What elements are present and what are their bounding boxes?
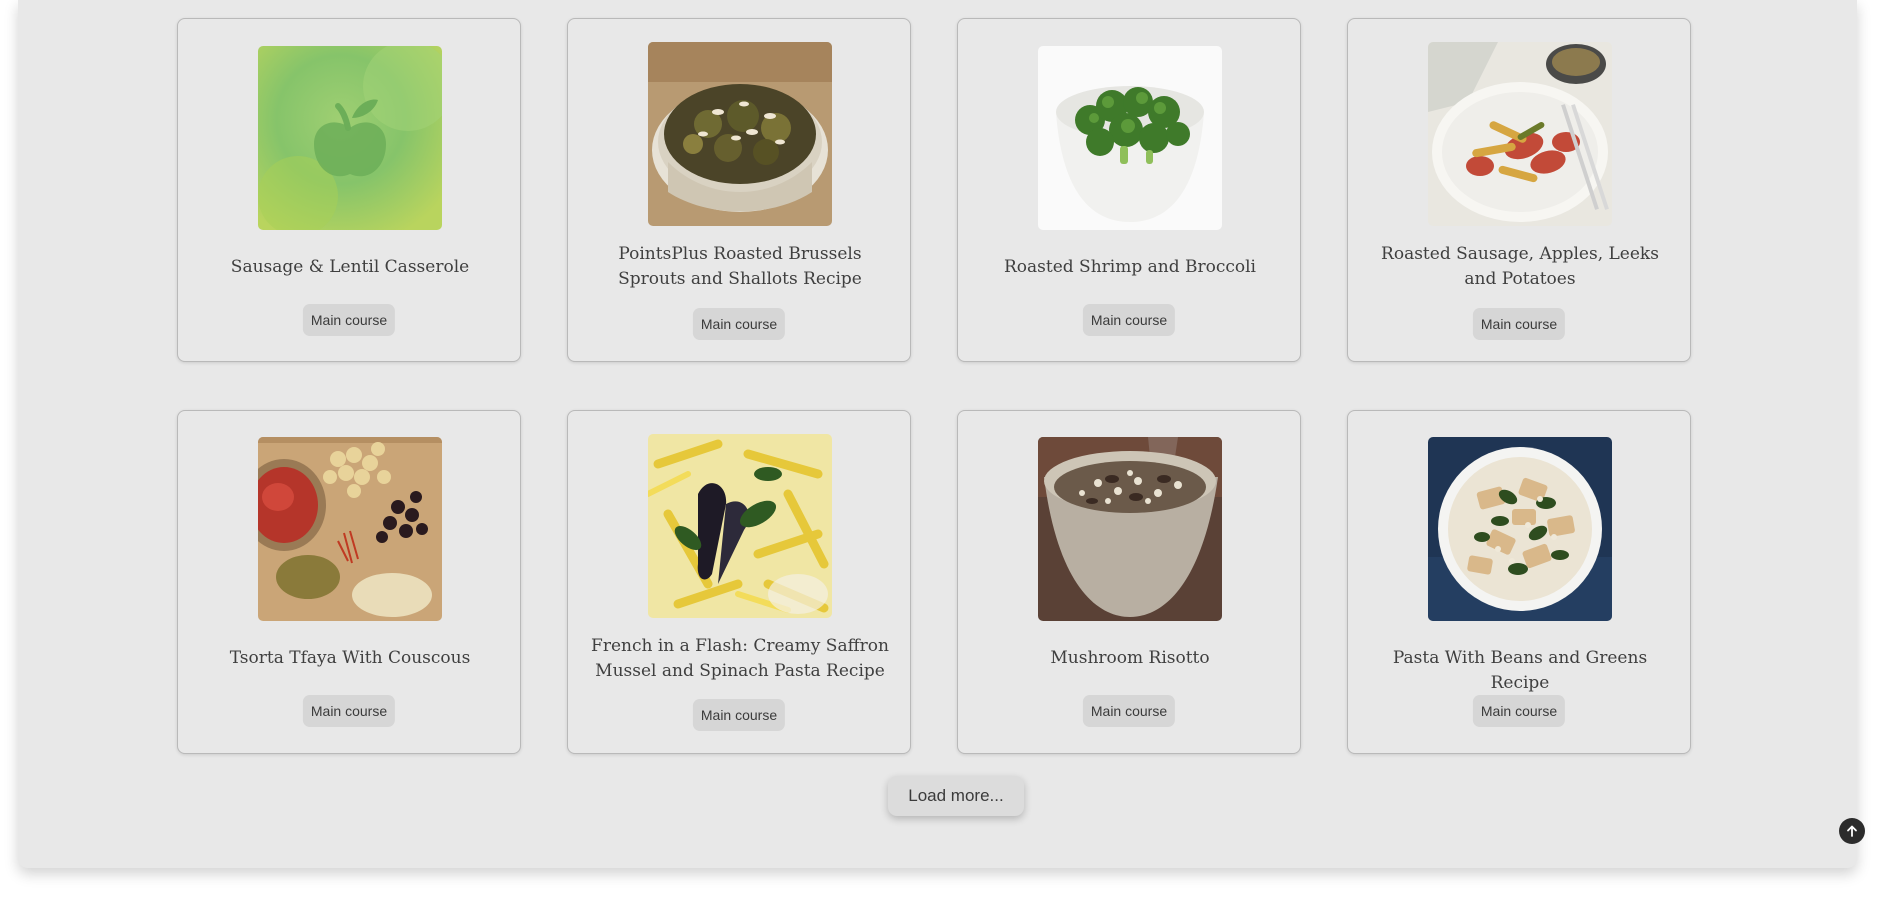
recipe-card[interactable]: Sausage & Lentil Casserole Main course [177, 18, 521, 362]
recipe-image[interactable] [648, 42, 832, 226]
recipe-card[interactable]: Roasted Sausage, Apples, Leeks and Potat… [1347, 18, 1691, 362]
recipe-image[interactable] [1038, 437, 1222, 621]
category-badge: Main course [302, 695, 396, 727]
recipe-image[interactable] [1038, 46, 1222, 230]
recipe-image[interactable] [258, 437, 442, 621]
recipe-title[interactable]: French in a Flash: Creamy Saffron Mussel… [588, 634, 892, 684]
category-badge: Main course [1082, 304, 1176, 336]
pasta-greens-photo [1428, 437, 1612, 621]
recipe-title[interactable]: Sausage & Lentil Casserole [198, 255, 502, 280]
category-badge: Main course [302, 304, 396, 336]
recipe-image[interactable] [1428, 42, 1612, 226]
mussel-pasta-photo [648, 434, 832, 618]
recipe-list-panel: Sausage & Lentil Casserole Main course P… [18, 0, 1865, 868]
recipe-title[interactable]: Roasted Sausage, Apples, Leeks and Potat… [1368, 242, 1672, 292]
recipe-card[interactable]: Mushroom Risotto Main course [957, 410, 1301, 754]
arrow-up-icon [1845, 824, 1859, 838]
recipe-title[interactable]: Mushroom Risotto [978, 646, 1282, 671]
recipe-grid: Sausage & Lentil Casserole Main course P… [18, 0, 1857, 868]
brussels-sprouts-photo [648, 42, 832, 226]
recipe-card[interactable]: Tsorta Tfaya With Couscous Main course [177, 410, 521, 754]
recipe-title[interactable]: PointsPlus Roasted Brussels Sprouts and … [588, 242, 892, 292]
recipe-card[interactable]: Roasted Shrimp and Broccoli Main course [957, 18, 1301, 362]
category-badge: Main course [1472, 695, 1566, 727]
apple-placeholder-icon [258, 46, 442, 230]
recipe-card[interactable]: Pasta With Beans and Greens Recipe Main … [1347, 410, 1691, 754]
category-badge: Main course [1082, 695, 1176, 727]
category-badge: Main course [692, 699, 786, 731]
category-badge: Main course [692, 308, 786, 340]
category-badge: Main course [1472, 308, 1566, 340]
recipe-title[interactable]: Pasta With Beans and Greens Recipe [1368, 646, 1672, 696]
recipe-card[interactable]: PointsPlus Roasted Brussels Sprouts and … [567, 18, 911, 362]
broccoli-bowl-photo [1038, 46, 1222, 230]
recipe-image[interactable] [258, 46, 442, 230]
recipe-title[interactable]: Tsorta Tfaya With Couscous [198, 646, 502, 671]
recipe-card[interactable]: French in a Flash: Creamy Saffron Mussel… [567, 410, 911, 754]
load-more-button[interactable]: Load more... [888, 776, 1024, 816]
sausage-apples-plate-photo [1428, 42, 1612, 226]
recipe-image[interactable] [1428, 437, 1612, 621]
scroll-to-top-button[interactable] [1839, 818, 1865, 844]
spices-board-photo [258, 437, 442, 621]
recipe-image[interactable] [648, 434, 832, 618]
risotto-bowl-photo [1038, 437, 1222, 621]
recipe-title[interactable]: Roasted Shrimp and Broccoli [978, 255, 1282, 280]
